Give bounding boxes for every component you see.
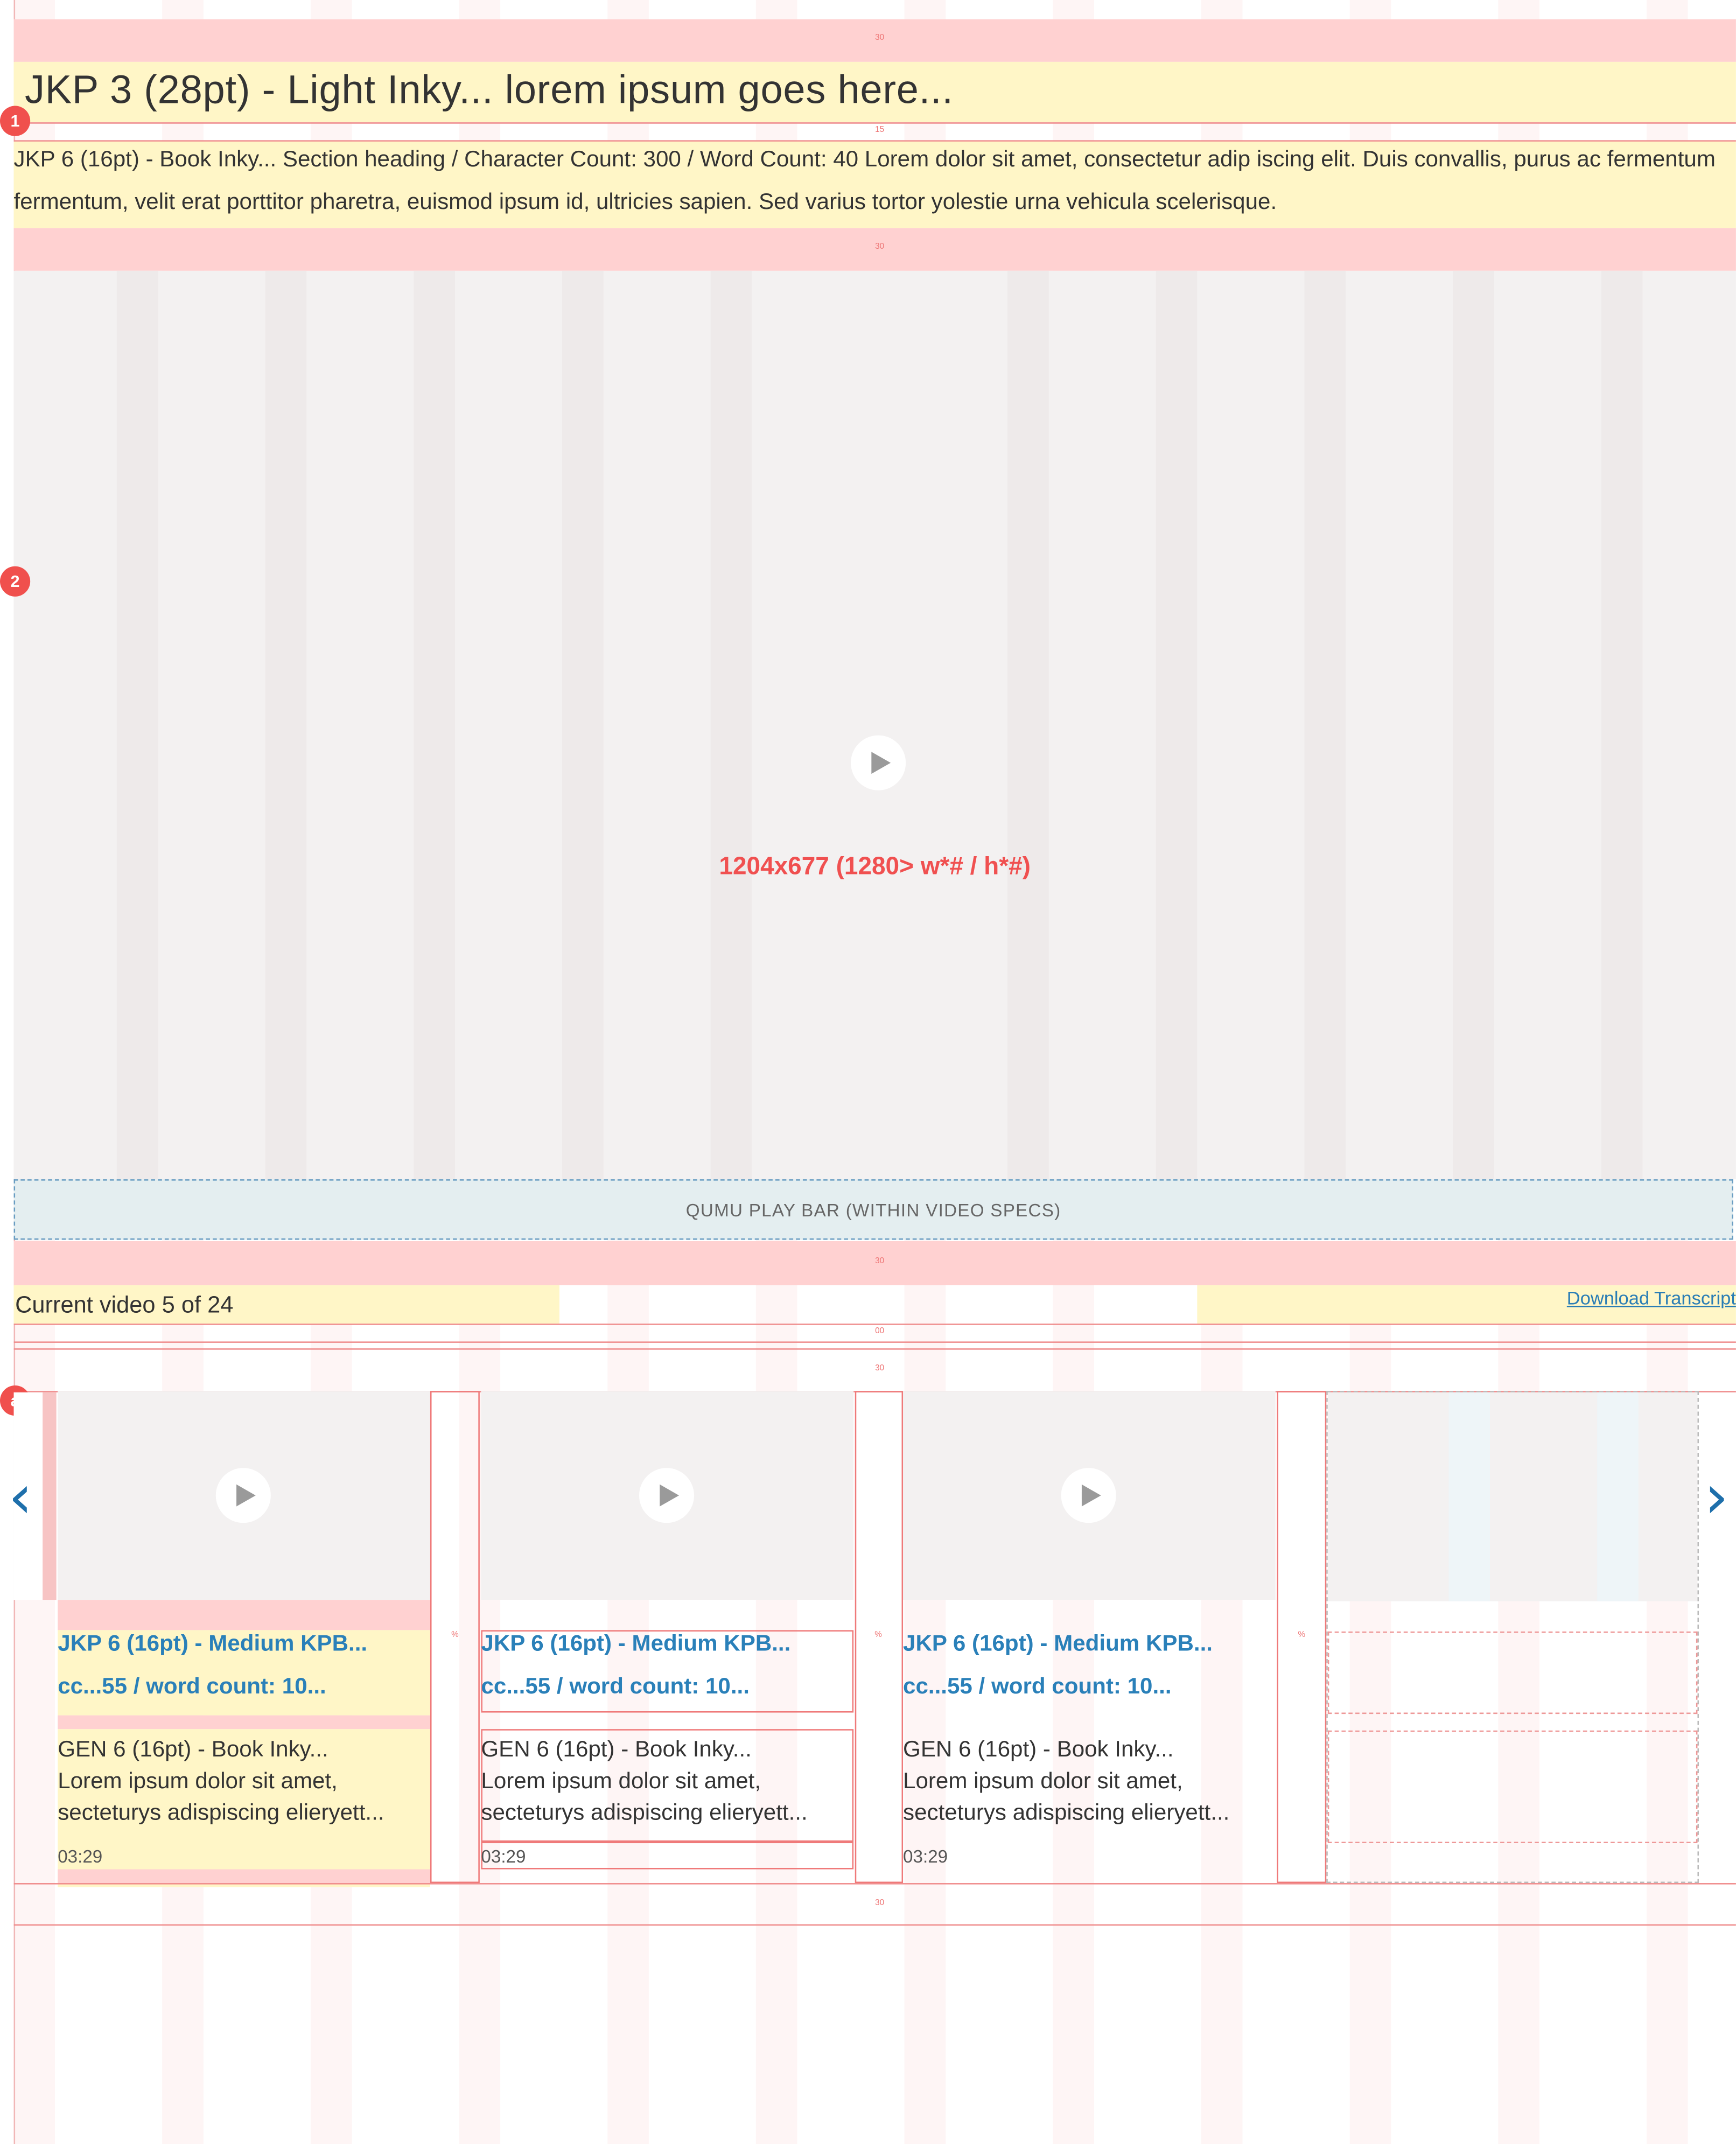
- spacing-label: 15: [875, 126, 885, 135]
- card-title-line1[interactable]: JKP 6 (16pt) - Medium KPB...: [903, 1632, 1276, 1657]
- video-thumbnail[interactable]: [903, 1391, 1276, 1600]
- grid-column: [265, 270, 307, 1180]
- video-spec-label: 1204x677 (1280> w*# / h*#): [719, 852, 1031, 880]
- video-card-placeholder: [1326, 1391, 1699, 1884]
- video-thumbnail[interactable]: [481, 1391, 854, 1600]
- thumb-play-button[interactable]: [1061, 1468, 1116, 1523]
- card-description: GEN 6 (16pt) - Book Inky... Lorem ipsum …: [903, 1734, 1276, 1829]
- card-duration: 03:29: [903, 1846, 948, 1867]
- carousel-next-button[interactable]: ›: [1704, 1467, 1728, 1528]
- play-bar-label: QUMU PLAY BAR (WITHIN VIDEO SPECS): [685, 1199, 1061, 1220]
- grid-column: [414, 270, 455, 1180]
- grid-column: [1448, 1392, 1490, 1601]
- card-desc-line: GEN 6 (16pt) - Book Inky...: [903, 1737, 1174, 1762]
- video-thumbnail[interactable]: [58, 1391, 430, 1600]
- spec-line: [13, 1883, 1736, 1885]
- card-desc-line: secteturys adispiscing elieryett...: [481, 1800, 808, 1825]
- thumb-play-button[interactable]: [639, 1468, 695, 1523]
- card-desc-line: GEN 6 (16pt) - Book Inky...: [481, 1737, 752, 1762]
- spacing-label: 30: [875, 1899, 885, 1908]
- spec-canvas: 30 JKP 3 (28pt) - Light Inky... lorem ip…: [0, 0, 1736, 2145]
- spacing-band: [58, 1715, 430, 1730]
- placeholder-desc-box: [1327, 1730, 1698, 1844]
- carousel-gutter-fill: [43, 1392, 57, 1600]
- grid-column: [562, 270, 604, 1180]
- card-desc-line: GEN 6 (16pt) - Book Inky...: [58, 1737, 328, 1762]
- card-desc-line: Lorem ipsum dolor sit amet,: [58, 1769, 338, 1794]
- spacing-label: %: [1298, 1631, 1306, 1640]
- card-duration: 03:29: [481, 1846, 526, 1867]
- spacing-label: 30: [875, 1364, 885, 1374]
- grid-column: [1007, 270, 1049, 1180]
- video-card[interactable]: JKP 6 (16pt) - Medium KPB... cc...55 / w…: [481, 1391, 854, 1883]
- video-card[interactable]: JKP 6 (16pt) - Medium KPB... cc...55 / w…: [58, 1391, 430, 1887]
- card-title-line2: cc...55 / word count: 10...: [903, 1674, 1172, 1699]
- spacing-label: 30: [875, 34, 885, 43]
- video-player[interactable]: 1204x677 (1280> w*# / h*#): [13, 270, 1736, 1180]
- grid-column: [1601, 270, 1643, 1180]
- carousel-prev-button[interactable]: ‹: [8, 1467, 32, 1528]
- spec-line: [13, 1324, 1736, 1325]
- annotation-marker-2: 2: [0, 566, 31, 597]
- spec-line: [13, 122, 1736, 124]
- card-desc-line: secteturys adispiscing elieryett...: [903, 1800, 1230, 1825]
- current-video-indicator: Current video 5 of 24: [15, 1292, 234, 1318]
- grid-column: [710, 270, 752, 1180]
- card-title-line1[interactable]: JKP 6 (16pt) - Medium KPB...: [481, 1632, 853, 1657]
- annotation-marker-1: 1: [0, 106, 31, 136]
- video-card[interactable]: JKP 6 (16pt) - Medium KPB... cc...55 / w…: [903, 1391, 1276, 1883]
- spacing-band: [58, 1869, 430, 1884]
- play-button[interactable]: [851, 735, 906, 790]
- card-description: GEN 6 (16pt) - Book Inky... Lorem ipsum …: [58, 1734, 430, 1829]
- qumu-play-bar[interactable]: QUMU PLAY BAR (WITHIN VIDEO SPECS): [13, 1179, 1733, 1240]
- spec-line: [13, 1348, 1736, 1350]
- grid-column: [1597, 1392, 1639, 1601]
- spacing-label: 00: [875, 1327, 885, 1336]
- spec-line: [13, 1341, 1736, 1343]
- spacing-label: %: [451, 1631, 459, 1640]
- card-desc-line: Lorem ipsum dolor sit amet,: [903, 1769, 1183, 1794]
- grid-column: [1304, 270, 1346, 1180]
- chevron-right-icon: ›: [1704, 1462, 1729, 1533]
- play-icon: [236, 1484, 256, 1507]
- download-transcript-link[interactable]: Download Transcript: [1567, 1288, 1736, 1308]
- thumb-play-button[interactable]: [215, 1468, 271, 1523]
- grid-column: [1156, 270, 1198, 1180]
- placeholder-title-box: [1327, 1631, 1698, 1714]
- grid-column: [116, 270, 158, 1180]
- spacing-label: %: [874, 1631, 882, 1640]
- page-heading: JKP 3 (28pt) - Light Inky... lorem ipsum…: [24, 68, 954, 113]
- card-title-line2: cc...55 / word count: 10...: [481, 1674, 750, 1699]
- grid-column: [1453, 270, 1494, 1180]
- play-icon: [871, 752, 891, 774]
- card-description: GEN 6 (16pt) - Book Inky... Lorem ipsum …: [481, 1734, 853, 1829]
- card-desc-line: secteturys adispiscing elieryett...: [58, 1800, 384, 1825]
- play-icon: [1081, 1484, 1101, 1507]
- play-icon: [660, 1484, 679, 1507]
- spacing-label: 30: [875, 243, 885, 252]
- card-title-line1[interactable]: JKP 6 (16pt) - Medium KPB...: [58, 1632, 430, 1657]
- intro-paragraph: JKP 6 (16pt) - Book Inky... Section head…: [13, 147, 1716, 215]
- placeholder-thumbnail: [1327, 1392, 1698, 1601]
- duration-box: [481, 1842, 854, 1870]
- card-duration: 03:29: [58, 1846, 103, 1867]
- spacing-label: 30: [875, 1257, 885, 1266]
- spec-line: [13, 1924, 1736, 1926]
- card-title-line2: cc...55 / word count: 10...: [58, 1674, 326, 1699]
- spacing-band: [58, 1600, 430, 1630]
- chevron-left-icon: ‹: [8, 1462, 33, 1533]
- card-desc-line: Lorem ipsum dolor sit amet,: [481, 1769, 761, 1794]
